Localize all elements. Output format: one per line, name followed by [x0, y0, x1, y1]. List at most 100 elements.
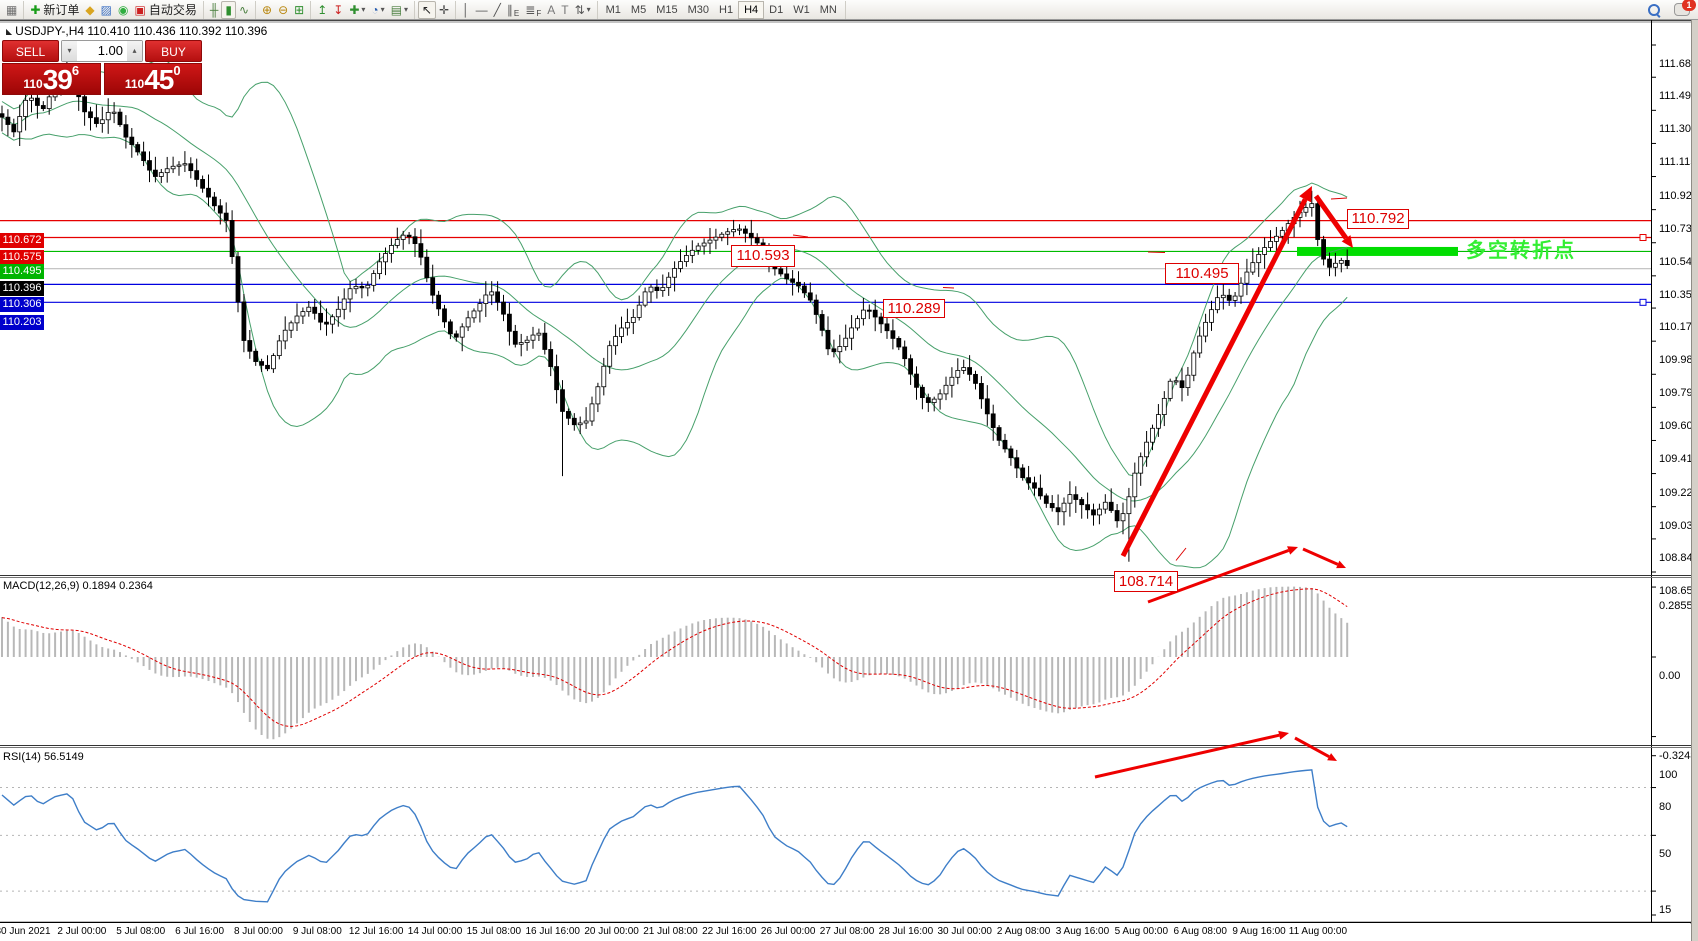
- timeframe-toolbar: M1M5M15M30H1H4D1W1MN: [598, 1, 846, 19]
- rsi-up-arrow[interactable]: [1095, 735, 1279, 777]
- buy-price[interactable]: 110450: [104, 63, 203, 95]
- timeframe-d1[interactable]: D1: [764, 2, 788, 18]
- date-label: 11 Aug 00:00: [1289, 926, 1347, 937]
- profiles-icon-glyph: ▨: [101, 2, 112, 18]
- channel-icon[interactable]: ∥E: [504, 2, 522, 18]
- timeframe-m15[interactable]: M15: [651, 2, 682, 18]
- horizontal-line-icon[interactable]: ―: [473, 2, 491, 18]
- date-label: 8 Jul 00:00: [234, 926, 283, 937]
- bar-chart-icon-glyph: ╫: [210, 2, 219, 18]
- crosshair-icon-glyph: ✛: [439, 2, 449, 18]
- date-label: 30 Jul 00:00: [938, 926, 993, 937]
- hline-handle[interactable]: [1640, 299, 1646, 305]
- volume-value[interactable]: 1.00: [77, 41, 127, 61]
- new-order-glyph: ✚: [30, 2, 40, 18]
- date-label: 22 Jul 16:00: [702, 926, 757, 937]
- trendline-icon[interactable]: ╱: [491, 2, 504, 18]
- text-icon[interactable]: A: [544, 2, 558, 18]
- date-label: 6 Jul 16:00: [175, 926, 224, 937]
- macd-histogram: [2, 587, 1347, 740]
- tile-windows-icon[interactable]: ⊞: [291, 2, 307, 18]
- zoom-out-icon[interactable]: ⊖: [275, 2, 291, 18]
- volume-increase-button[interactable]: ▴: [127, 41, 142, 61]
- tester-up-icon-glyph: ↥: [317, 2, 327, 18]
- line-chart-icon-glyph: ∿: [239, 2, 249, 18]
- trend-note-text[interactable]: 多空转折点: [1466, 234, 1576, 263]
- chart-window-icon[interactable]: ▦: [3, 2, 20, 18]
- price-label-110.495: 110.495: [0, 264, 44, 279]
- price-annotation-110.495[interactable]: 110.495: [1165, 263, 1239, 284]
- timeframe-mn[interactable]: MN: [815, 2, 842, 18]
- new-order-button-label: 新订单: [43, 1, 79, 18]
- rsi-up-arrow-head: [1278, 731, 1289, 740]
- macd-down-arrow[interactable]: [1303, 549, 1338, 564]
- chart-area[interactable]: ◣USDJPY-,H4 110.410 110.436 110.392 110.…: [0, 20, 1698, 941]
- timeframe-m1[interactable]: M1: [601, 2, 626, 18]
- price-annotation-108.714[interactable]: 108.714: [1114, 571, 1178, 592]
- tester-down-icon[interactable]: ↧: [330, 2, 346, 18]
- annotation-connector: [793, 235, 808, 237]
- volume-decrease-button[interactable]: ▾: [62, 41, 77, 61]
- fibonacci-icon[interactable]: ≣F: [522, 2, 544, 18]
- notifications-icon[interactable]: 1: [1674, 3, 1690, 16]
- cursor-icon[interactable]: ↖: [418, 1, 436, 19]
- timeframe-m30[interactable]: M30: [683, 2, 714, 18]
- support-band[interactable]: [1297, 247, 1458, 256]
- search-icon[interactable]: [1648, 4, 1660, 16]
- crosshair-icon[interactable]: ✛: [436, 2, 452, 18]
- time-scale[interactable]: 30 Jun 20212 Jul 00:005 Jul 08:006 Jul 1…: [0, 923, 1690, 941]
- chart-canvas[interactable]: [0, 20, 1698, 941]
- toolbar-group: ↖✛: [415, 1, 456, 19]
- candles: [0, 61, 1349, 562]
- toolbar-group: ↥↧✚▾◔▾▤▾: [311, 1, 415, 19]
- zoom-out-icon-glyph: ⊖: [278, 2, 288, 18]
- line-chart-icon[interactable]: ∿: [236, 2, 252, 18]
- timeframe-h4[interactable]: H4: [738, 1, 764, 19]
- new-order-button[interactable]: ✚新订单: [27, 2, 82, 18]
- dropdown-caret-icon: ▾: [361, 5, 365, 14]
- bar-chart-icon[interactable]: ╫: [207, 2, 222, 18]
- autotrade-button[interactable]: ▣自动交易: [131, 2, 199, 18]
- buy-button[interactable]: BUY: [145, 40, 202, 62]
- vertical-line-icon[interactable]: │: [459, 2, 473, 18]
- tester-up-icon[interactable]: ↥: [314, 2, 330, 18]
- volume-stepper[interactable]: ▾ 1.00 ▴: [61, 40, 143, 62]
- date-label: 26 Jul 00:00: [761, 926, 816, 937]
- price-up-arrow[interactable]: [1123, 199, 1305, 556]
- candle-chart-icon[interactable]: ▮: [221, 1, 236, 19]
- add-indicator-button[interactable]: ✚▾: [346, 2, 368, 18]
- text-icon-glyph: A: [547, 2, 555, 18]
- date-label: 21 Jul 08:00: [643, 926, 698, 937]
- hline-handle[interactable]: [1640, 235, 1646, 241]
- signals-icon-glyph: ◉: [118, 2, 128, 18]
- label-icon[interactable]: T: [558, 2, 571, 18]
- tester-down-icon-glyph: ↧: [333, 2, 343, 18]
- timeframe-w1[interactable]: W1: [788, 2, 815, 18]
- toolbar-group: ▦: [0, 1, 24, 19]
- dropdown-caret-icon: ▾: [381, 5, 385, 14]
- annotation-connector: [1148, 252, 1165, 253]
- arrows-button[interactable]: ⇅▾: [572, 2, 594, 18]
- date-label: 30 Jun 2021: [0, 926, 51, 937]
- styles-icon[interactable]: ◆: [82, 2, 97, 18]
- sell-price[interactable]: 110396: [2, 63, 101, 95]
- templates-button[interactable]: ▤▾: [388, 2, 411, 18]
- date-label: 27 Jul 08:00: [820, 926, 875, 937]
- buy-price-prefix: 110: [125, 75, 144, 93]
- signals-icon[interactable]: ◉: [115, 2, 131, 18]
- periods-button[interactable]: ◔▾: [368, 2, 387, 18]
- profiles-icon[interactable]: ▨: [98, 2, 115, 18]
- toolbar: ▦✚新订单◆▨◉▣自动交易╫▮∿⊕⊖⊞↥↧✚▾◔▾▤▾↖✛│―╱∥E≣FAT⇅▾…: [0, 0, 1698, 20]
- sell-button[interactable]: SELL: [2, 40, 59, 62]
- periods-glyph: ◔: [371, 2, 378, 18]
- timeframe-h1[interactable]: H1: [714, 2, 738, 18]
- date-label: 16 Jul 16:00: [525, 926, 580, 937]
- symbol-triangle-icon: ◣: [6, 27, 12, 36]
- price-annotation-110.289[interactable]: 110.289: [883, 299, 945, 318]
- timeframe-m5[interactable]: M5: [626, 2, 651, 18]
- price-label-110.203: 110.203: [0, 315, 44, 330]
- price-down-arrow[interactable]: [1316, 196, 1346, 238]
- price-annotation-110.593[interactable]: 110.593: [731, 245, 795, 267]
- zoom-in-icon[interactable]: ⊕: [259, 2, 275, 18]
- price-annotation-110.792[interactable]: 110.792: [1347, 209, 1409, 229]
